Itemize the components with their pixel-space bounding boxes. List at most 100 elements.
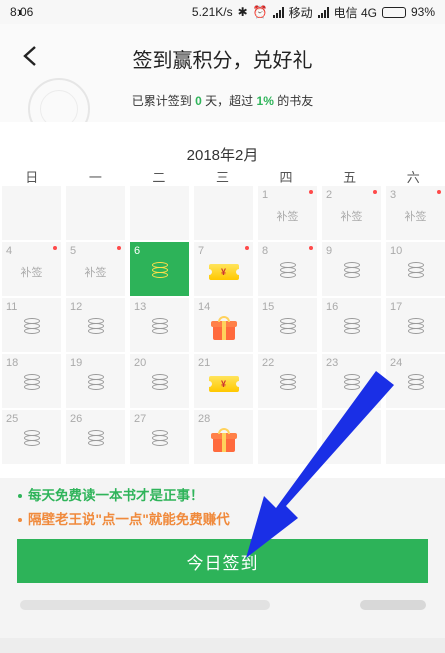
day-number: 25 xyxy=(6,413,19,425)
day-number: 7 xyxy=(198,245,205,257)
calendar-day-27[interactable]: 27 xyxy=(130,410,189,464)
coins-icon xyxy=(151,374,169,392)
calendar-day-12[interactable]: 12 xyxy=(66,298,125,352)
tip-line-2: 隔壁老王说"点一点"就能免费赚代 xyxy=(18,508,230,528)
day-number: 16 xyxy=(326,301,339,313)
calendar-day-23[interactable]: 23 xyxy=(322,354,381,408)
coins-icon xyxy=(343,374,361,392)
reward-dot-icon xyxy=(117,246,121,250)
makeup-label: 补签 xyxy=(20,267,43,279)
tip-text-2: 隔壁老王说"点一点"就能免费赚代 xyxy=(28,512,230,527)
signal-icon-2 xyxy=(317,6,329,18)
day-number: 28 xyxy=(198,413,211,425)
coins-icon xyxy=(87,430,105,448)
calendar: 2018年2月 日 一 二 三 四 五 六 1 补签 2 补签 3 补签 4 补签 5 补签 6 7 ¥… xyxy=(0,122,445,478)
weekday: 一 xyxy=(88,170,102,185)
calendar-day-17[interactable]: 17 xyxy=(386,298,445,352)
gift-icon xyxy=(210,316,237,340)
reward-dot-icon xyxy=(309,246,313,250)
calendar-day-28[interactable]: 28 xyxy=(194,410,253,464)
day-number: 14 xyxy=(198,301,211,313)
calendar-day-8[interactable]: 8 xyxy=(258,242,317,296)
calendar-day-26[interactable]: 26 xyxy=(66,410,125,464)
blurred-footer xyxy=(0,638,445,653)
calendar-day-10[interactable]: 10 xyxy=(386,242,445,296)
reward-dot-icon xyxy=(245,246,249,250)
calendar-day-14[interactable]: 14 xyxy=(194,298,253,352)
battery-percent: 93% xyxy=(410,5,435,19)
gift-icon xyxy=(210,428,237,452)
calendar-day-22[interactable]: 22 xyxy=(258,354,317,408)
calendar-day-5[interactable]: 5 补签 xyxy=(66,242,125,296)
checkin-stats: 已累计签到 0 天，超过 1% 的书友 xyxy=(0,92,445,109)
status-right: 5.21K/s ✱ ⏰ 移动 电信 4G 93% xyxy=(19,4,435,21)
calendar-day-19[interactable]: 19 xyxy=(66,354,125,408)
calendar-day-1[interactable]: 1 补签 xyxy=(258,186,317,240)
day-number: 4 xyxy=(6,245,13,257)
coins-icon xyxy=(87,374,105,392)
day-number: 11 xyxy=(6,301,18,313)
carrier-1: 移动 xyxy=(288,5,313,20)
day-number: 22 xyxy=(262,357,275,369)
stats-middle: 天，超过 xyxy=(205,94,254,108)
weekday: 六 xyxy=(406,170,420,185)
calendar-day-15[interactable]: 15 xyxy=(258,298,317,352)
signal-icon xyxy=(272,6,284,18)
calendar-day-11[interactable]: 11 xyxy=(2,298,61,352)
calendar-day-2[interactable]: 2 补签 xyxy=(322,186,381,240)
day-number: 19 xyxy=(70,357,83,369)
coins-icon xyxy=(279,318,297,336)
calendar-day-18[interactable]: 18 xyxy=(2,354,61,408)
coins-icon xyxy=(87,318,105,336)
day-number: 26 xyxy=(70,413,83,425)
tip-text-1: 每天免费读一本书才是正事！ xyxy=(28,488,204,503)
month-label: 2018年2月 xyxy=(186,147,259,164)
reward-dot-icon xyxy=(437,190,441,194)
reward-dot-icon xyxy=(373,190,377,194)
calendar-empty-cell xyxy=(2,186,61,240)
alarm-icon: ⏰ xyxy=(252,5,268,19)
calendar-day-16[interactable]: 16 xyxy=(322,298,381,352)
header: 签到赢积分，兑好礼 已累计签到 0 天，超过 1% 的书友 xyxy=(0,24,445,122)
blurred-text xyxy=(20,600,270,610)
day-number: 18 xyxy=(6,357,19,369)
weekday: 五 xyxy=(343,170,357,185)
day-number: 5 xyxy=(70,245,77,257)
coins-icon xyxy=(151,262,169,280)
calendar-day-7[interactable]: 7 ¥ xyxy=(194,242,253,296)
stats-prefix: 已累计签到 xyxy=(131,94,192,108)
day-number: 6 xyxy=(134,245,141,257)
coins-icon xyxy=(343,318,361,336)
coins-icon xyxy=(407,318,425,336)
coins-icon xyxy=(23,318,41,336)
coins-icon xyxy=(151,430,169,448)
day-number: 12 xyxy=(70,301,83,313)
calendar-empty-cell xyxy=(66,186,125,240)
day-number: 13 xyxy=(134,301,147,313)
coins-icon xyxy=(23,430,41,448)
calendar-day-21[interactable]: 21 ¥ xyxy=(194,354,253,408)
coins-icon xyxy=(343,262,361,280)
calendar-day-25[interactable]: 25 xyxy=(2,410,61,464)
day-number: 9 xyxy=(326,245,333,257)
calendar-day-6[interactable]: 6 xyxy=(130,242,189,296)
tip-line-1: 每天免费读一本书才是正事！ xyxy=(18,484,204,504)
bluetooth-icon: ✱ xyxy=(237,5,248,19)
weekday-header: 日 一 二 三 四 五 六 xyxy=(0,167,445,185)
makeup-label: 补签 xyxy=(276,211,299,223)
calendar-empty-cell xyxy=(386,410,445,464)
checkin-today-button[interactable]: 今日签到 xyxy=(17,539,428,583)
calendar-day-13[interactable]: 13 xyxy=(130,298,189,352)
calendar-day-20[interactable]: 20 xyxy=(130,354,189,408)
coins-icon xyxy=(279,262,297,280)
blurred-text xyxy=(360,600,426,610)
calendar-day-3[interactable]: 3 补签 xyxy=(386,186,445,240)
weekday: 二 xyxy=(152,170,166,185)
calendar-day-9[interactable]: 9 xyxy=(322,242,381,296)
day-number: 2 xyxy=(326,189,333,201)
calendar-empty-cell xyxy=(194,186,253,240)
day-number: 3 xyxy=(390,189,397,201)
makeup-label: 补签 xyxy=(404,211,427,223)
calendar-day-4[interactable]: 4 补签 xyxy=(2,242,61,296)
calendar-day-24[interactable]: 24 xyxy=(386,354,445,408)
